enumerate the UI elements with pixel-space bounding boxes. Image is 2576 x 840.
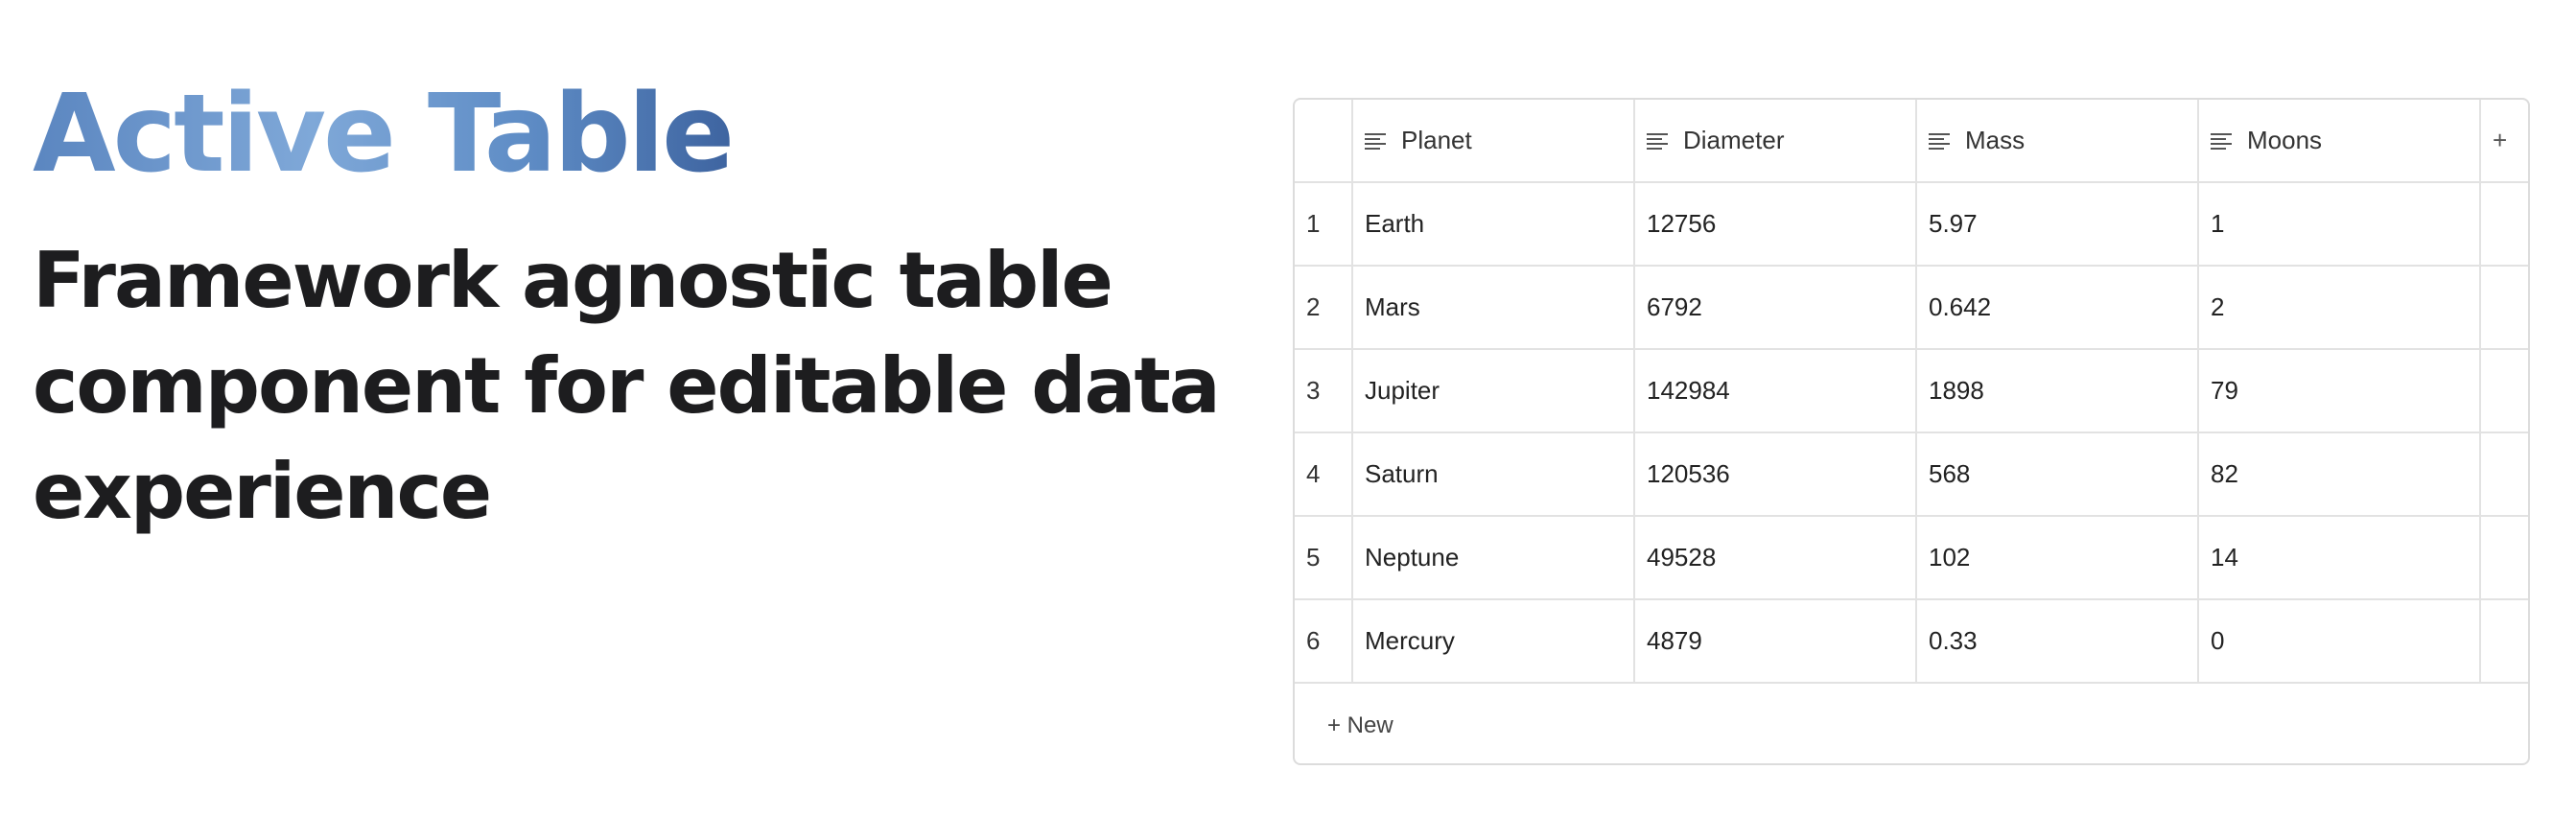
data-table: Planet Diameter Mass Moons + 1 Earth 127… (1295, 100, 2528, 684)
text-lines-icon (2211, 132, 2232, 150)
column-header-label: Planet (1401, 126, 1472, 154)
table-cell[interactable]: 82 (2198, 432, 2481, 517)
column-header-label: Moons (2247, 126, 2323, 154)
table-cell[interactable]: 568 (1916, 432, 2199, 517)
row-index-cell[interactable]: 6 (1295, 599, 1353, 684)
row-index-cell[interactable]: 1 (1295, 182, 1353, 267)
text-lines-icon (1647, 132, 1668, 150)
table-row: 4 Saturn 120536 568 82 (1295, 432, 2528, 517)
table-cell[interactable]: Neptune (1352, 516, 1635, 600)
table-cell[interactable]: 6792 (1634, 266, 1917, 350)
active-table: Planet Diameter Mass Moons + 1 Earth 127… (1293, 98, 2530, 765)
row-index-cell[interactable]: 5 (1295, 516, 1353, 600)
table-cell[interactable]: 2 (2198, 266, 2481, 350)
column-header-mass[interactable]: Mass (1916, 100, 2199, 183)
table-cell[interactable]: 79 (2198, 349, 2481, 433)
add-column-button[interactable]: + (2480, 100, 2528, 183)
text-lines-icon (1929, 132, 1950, 150)
table-cell[interactable]: Jupiter (1352, 349, 1635, 433)
index-header-cell (1295, 100, 1353, 183)
page-title: Active Table (33, 67, 735, 201)
column-header-label: Diameter (1683, 126, 1785, 154)
add-row-label: + New (1327, 712, 1393, 738)
table-cell[interactable]: 1898 (1916, 349, 2199, 433)
table-row: 5 Neptune 49528 102 14 (1295, 516, 2528, 600)
table-cell[interactable]: 5.97 (1916, 182, 2199, 267)
add-column-cell (2480, 182, 2528, 267)
table-cell[interactable]: Earth (1352, 182, 1635, 267)
column-header-label: Mass (1965, 126, 2026, 154)
column-header-moons[interactable]: Moons (2198, 100, 2481, 183)
table-cell[interactable]: 0 (2198, 599, 2481, 684)
hero: Active Table Framework agnostic table co… (33, 67, 1241, 545)
row-index-cell[interactable]: 4 (1295, 432, 1353, 517)
add-column-cell (2480, 349, 2528, 433)
table-cell[interactable]: 4879 (1634, 599, 1917, 684)
table-row: 6 Mercury 4879 0.33 0 (1295, 599, 2528, 684)
header-row: Planet Diameter Mass Moons + (1295, 100, 2528, 183)
table-cell[interactable]: 142984 (1634, 349, 1917, 433)
row-index-cell[interactable]: 2 (1295, 266, 1353, 350)
table-cell[interactable]: 0.642 (1916, 266, 2199, 350)
table-row: 1 Earth 12756 5.97 1 (1295, 182, 2528, 267)
table-cell[interactable]: 1 (2198, 182, 2481, 267)
add-column-cell (2480, 432, 2528, 517)
table-cell[interactable]: 49528 (1634, 516, 1917, 600)
add-column-cell (2480, 516, 2528, 600)
table-cell[interactable]: Mars (1352, 266, 1635, 350)
table-cell[interactable]: 12756 (1634, 182, 1917, 267)
table-cell[interactable]: Mercury (1352, 599, 1635, 684)
table-cell[interactable]: 14 (2198, 516, 2481, 600)
text-lines-icon (1365, 132, 1386, 150)
add-row-button[interactable]: + New (1295, 684, 2528, 763)
row-index-cell[interactable]: 3 (1295, 349, 1353, 433)
table-row: 3 Jupiter 142984 1898 79 (1295, 349, 2528, 433)
table-cell[interactable]: 102 (1916, 516, 2199, 600)
table-cell[interactable]: 0.33 (1916, 599, 2199, 684)
add-column-cell (2480, 266, 2528, 350)
add-column-cell (2480, 599, 2528, 684)
column-header-diameter[interactable]: Diameter (1634, 100, 1917, 183)
table-row: 2 Mars 6792 0.642 2 (1295, 266, 2528, 350)
table-cell[interactable]: 120536 (1634, 432, 1917, 517)
column-header-planet[interactable]: Planet (1352, 100, 1635, 183)
table-cell[interactable]: Saturn (1352, 432, 1635, 517)
page-subtitle: Framework agnostic table component for e… (33, 236, 1221, 536)
